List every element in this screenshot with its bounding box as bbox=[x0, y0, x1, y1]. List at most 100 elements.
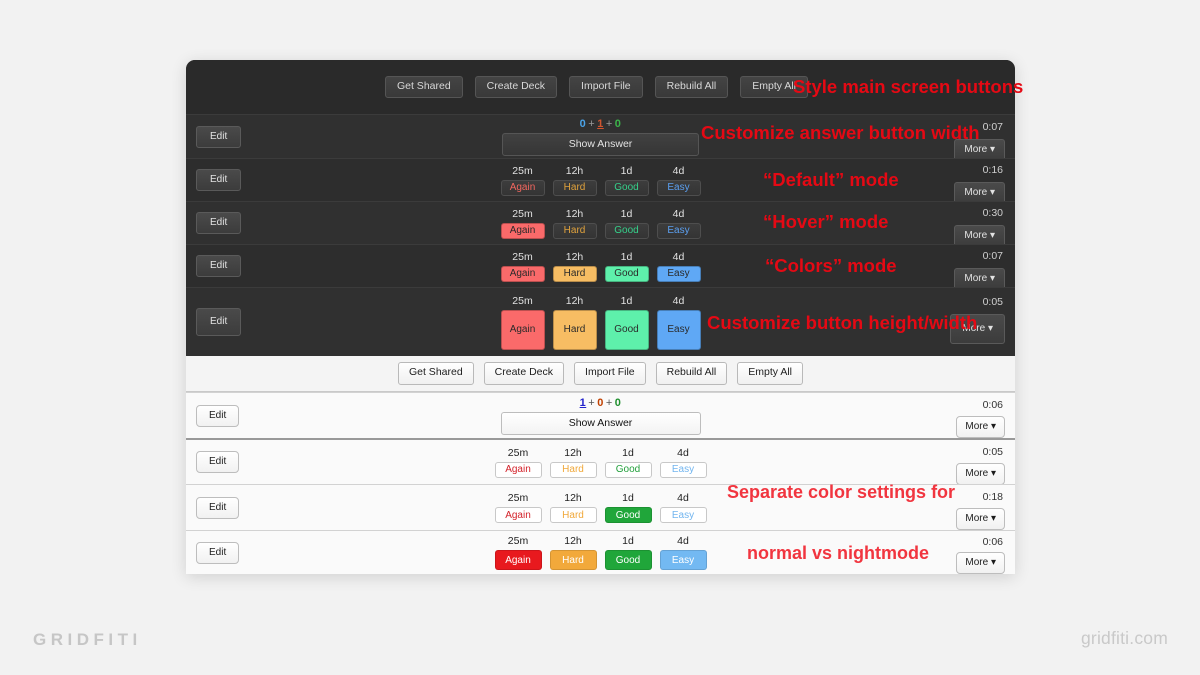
answer-hard: 12h Hard bbox=[552, 295, 597, 350]
more-button[interactable]: More ▾ bbox=[956, 463, 1005, 485]
normalmode-toolbar: Get Shared Create Deck Import File Rebui… bbox=[186, 356, 1015, 392]
easy-button[interactable]: Easy bbox=[659, 461, 707, 478]
show-answer-button[interactable]: Show Answer bbox=[500, 411, 701, 435]
good-button[interactable]: Good bbox=[604, 222, 649, 239]
row-timer: 0:30 bbox=[982, 207, 1003, 219]
answer-buttons-hover: 25m Again 12h Hard 1d Good 4d Easy bbox=[186, 208, 1015, 239]
more-button[interactable]: More ▾ bbox=[956, 508, 1005, 530]
answer-again: 25m Again bbox=[500, 165, 545, 196]
again-button[interactable]: Again bbox=[500, 179, 545, 196]
hard-button[interactable]: Hard bbox=[549, 461, 597, 478]
more-button[interactable]: More ▾ bbox=[950, 314, 1005, 344]
answer-interval: 1d bbox=[622, 492, 634, 504]
hard-button[interactable]: Hard bbox=[552, 265, 597, 282]
answer-again: 25m Again bbox=[500, 295, 545, 350]
empty-all-button[interactable]: Empty All bbox=[740, 75, 809, 99]
answer-interval: 1d bbox=[622, 446, 634, 459]
create-deck-button[interactable]: Create Deck bbox=[483, 362, 565, 385]
good-button[interactable]: Good bbox=[604, 461, 652, 478]
empty-all-button[interactable]: Empty All bbox=[737, 362, 804, 385]
card-counts: 0 +1 +0 bbox=[580, 118, 622, 130]
easy-button[interactable]: Easy bbox=[656, 179, 701, 196]
count-due: 0 bbox=[614, 396, 622, 409]
answer-interval: 12h bbox=[564, 492, 582, 504]
hard-button[interactable]: Hard bbox=[549, 507, 597, 523]
count-sep-2: + bbox=[605, 117, 613, 130]
normalmode-row-show-answer: Edit 1 +0 +0 Show Answer 0:06 More ▾ bbox=[186, 392, 1015, 438]
hard-button[interactable]: Hard bbox=[552, 309, 597, 350]
good-button[interactable]: Good bbox=[604, 179, 649, 196]
answer-interval: 25m bbox=[512, 250, 533, 263]
answer-interval: 12h bbox=[565, 207, 584, 220]
again-button[interactable]: Again bbox=[494, 550, 542, 570]
easy-button[interactable]: Easy bbox=[659, 507, 707, 523]
answer-again: 25m Again bbox=[494, 535, 542, 570]
good-button[interactable]: Good bbox=[604, 309, 649, 350]
normalmode-pane: Get Shared Create Deck Import File Rebui… bbox=[186, 356, 1015, 574]
again-button[interactable]: Again bbox=[500, 222, 545, 239]
answer-again: 25m Again bbox=[500, 208, 545, 239]
answer-buttons-default: 25m Again 12h Hard 1d Good 4d Easy bbox=[186, 165, 1015, 196]
rebuild-all-button[interactable]: Rebuild All bbox=[655, 362, 728, 385]
answer-good: 1d Good bbox=[604, 251, 649, 282]
hard-button[interactable]: Hard bbox=[552, 222, 597, 239]
count-learning: 1 bbox=[597, 117, 604, 130]
more-button[interactable]: More ▾ bbox=[956, 552, 1005, 574]
import-file-button[interactable]: Import File bbox=[569, 75, 643, 99]
again-button[interactable]: Again bbox=[494, 507, 542, 523]
nightmode-row-default: Edit 25m Again 12h Hard 1d Good 4d Easy … bbox=[186, 158, 1015, 204]
count-sep-2: + bbox=[605, 396, 613, 409]
good-button[interactable]: Good bbox=[604, 550, 652, 570]
hard-button[interactable]: Hard bbox=[552, 179, 597, 196]
good-button[interactable]: Good bbox=[604, 507, 652, 523]
answer-buttons-colors: 25m Again 12h Hard 1d Good 4d Easy bbox=[186, 251, 1015, 282]
answer-hard: 12h Hard bbox=[549, 447, 597, 478]
answer-again: 25m Again bbox=[494, 446, 542, 478]
import-file-button[interactable]: Import File bbox=[574, 362, 646, 385]
answer-interval: 12h bbox=[565, 250, 584, 263]
create-deck-button[interactable]: Create Deck bbox=[474, 75, 558, 99]
rebuild-all-button[interactable]: Rebuild All bbox=[654, 75, 729, 99]
more-button[interactable]: More ▾ bbox=[956, 416, 1005, 438]
answer-interval: 1d bbox=[622, 535, 634, 547]
nightmode-toolbar: Get Shared Create Deck Import File Rebui… bbox=[186, 60, 1015, 114]
easy-button[interactable]: Easy bbox=[656, 265, 701, 282]
hard-button[interactable]: Hard bbox=[549, 550, 597, 570]
show-answer-button[interactable]: Show Answer bbox=[502, 132, 699, 156]
answer-good: 1d Good bbox=[604, 535, 652, 570]
good-button[interactable]: Good bbox=[604, 265, 649, 282]
answer-interval: 4d bbox=[672, 207, 685, 220]
count-learning: 0 bbox=[597, 396, 604, 409]
answer-easy: 4d Easy bbox=[656, 250, 701, 282]
again-button[interactable]: Again bbox=[494, 461, 542, 478]
answer-interval: 25m bbox=[507, 492, 529, 504]
watermark-gridfiti-url: gridfiti.com bbox=[1080, 628, 1168, 648]
answer-hard: 12h Hard bbox=[549, 535, 597, 570]
nightmode-row-show-answer: Edit 0 +1 +0 Show Answer 0:07 More ▾ bbox=[186, 114, 1015, 161]
answer-good: 1d Good bbox=[604, 446, 652, 478]
easy-button[interactable]: Easy bbox=[656, 309, 701, 350]
answer-interval: 1d bbox=[620, 294, 633, 307]
answer-hard: 12h Hard bbox=[549, 492, 597, 523]
normalmode-row-hover: Edit 25m Again 12h Hard 1d Good 4d Easy … bbox=[186, 484, 1015, 530]
get-shared-button[interactable]: Get Shared bbox=[397, 362, 474, 385]
nightmode-pane: Get Shared Create Deck Import File Rebui… bbox=[186, 60, 1015, 356]
answer-interval: 4d bbox=[677, 492, 689, 504]
answer-interval: 4d bbox=[672, 250, 685, 263]
again-button[interactable]: Again bbox=[500, 309, 545, 350]
answer-interval: 25m bbox=[507, 446, 529, 459]
get-shared-button[interactable]: Get Shared bbox=[384, 75, 463, 99]
again-button[interactable]: Again bbox=[500, 265, 545, 282]
easy-button[interactable]: Easy bbox=[659, 550, 707, 570]
answer-easy: 4d Easy bbox=[659, 492, 707, 523]
nightmode-row-big: Edit 25m Again 12h Hard 1d Good 4d Easy … bbox=[186, 287, 1015, 356]
row-timer: 0:06 bbox=[982, 536, 1003, 548]
easy-button[interactable]: Easy bbox=[656, 222, 701, 239]
answer-interval: 12h bbox=[565, 164, 584, 177]
count-sep-1: + bbox=[588, 396, 596, 409]
row-timer: 0:05 bbox=[982, 296, 1003, 308]
answer-hard: 12h Hard bbox=[552, 164, 597, 196]
answer-good: 1d Good bbox=[604, 208, 649, 239]
row-timer: 0:05 bbox=[982, 446, 1003, 458]
answer-hard: 12h Hard bbox=[552, 250, 597, 282]
